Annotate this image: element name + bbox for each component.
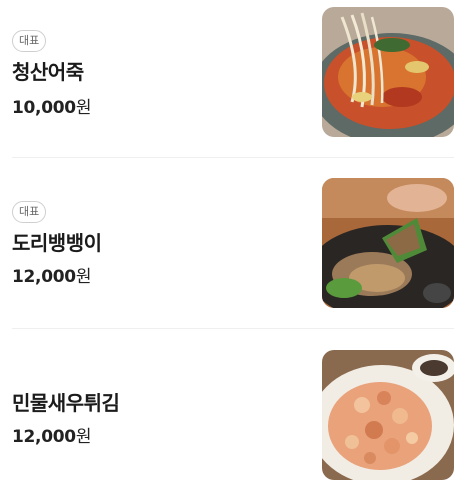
- fried-fish-photo: [322, 178, 454, 308]
- price-unit: 원: [75, 267, 92, 287]
- price-unit: 원: [75, 98, 92, 118]
- menu-item-price: 12,000원: [12, 262, 91, 287]
- menu-item-name: 청산어죽: [12, 60, 84, 84]
- divider: [12, 157, 454, 158]
- menu-item-name: 도리뱅뱅이: [12, 231, 102, 255]
- price-unit: 원: [75, 427, 92, 447]
- signature-badge: 대표: [12, 30, 47, 52]
- signature-badge: 대표: [12, 201, 47, 223]
- price-value: 12,000: [12, 427, 76, 447]
- menu-item-name: 민물새우튀김: [12, 391, 120, 415]
- divider: [12, 328, 454, 329]
- menu-item-price: 12,000원: [12, 422, 91, 447]
- fish-porridge-photo: [322, 7, 454, 137]
- menu-item-cheongsan-eojuk[interactable]: 대표 청산어죽 10,000원: [12, 7, 454, 137]
- menu-item-dori-bangbangi[interactable]: 대표 도리뱅뱅이 12,000원: [12, 178, 454, 308]
- menu-item-price: 10,000원: [12, 93, 91, 118]
- menu-item-freshwater-shrimp-tempura[interactable]: 민물새우튀김 12,000원: [12, 350, 454, 480]
- price-value: 12,000: [12, 267, 76, 287]
- fried-shrimp-photo: [322, 350, 454, 480]
- price-value: 10,000: [12, 98, 76, 118]
